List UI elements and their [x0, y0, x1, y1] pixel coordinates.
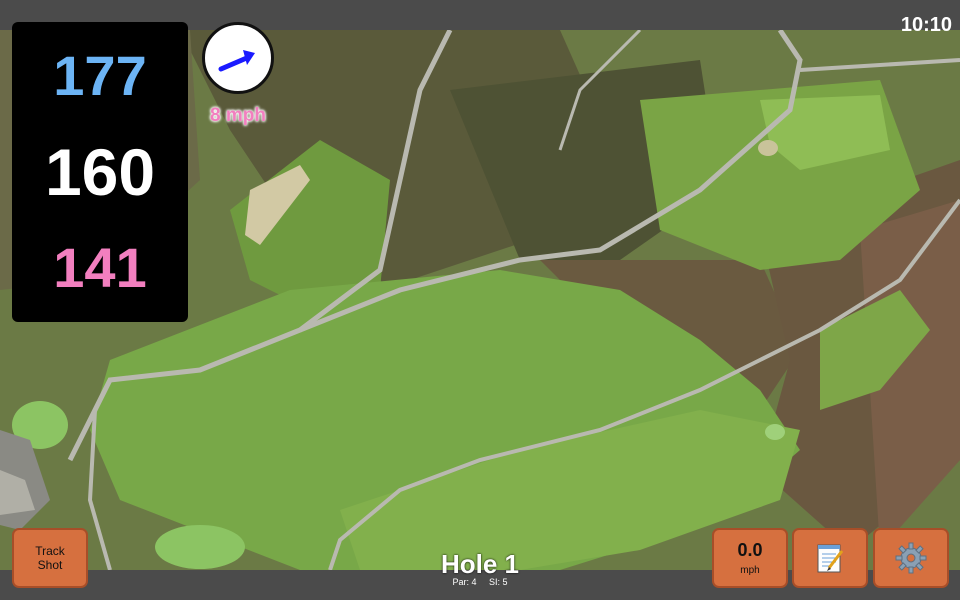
speed-button[interactable]: 0.0 mph	[712, 528, 788, 588]
track-shot-label-line1: Track	[35, 544, 65, 558]
back-distance: 177	[53, 43, 147, 107]
settings-button[interactable]	[873, 528, 949, 588]
hole-par: Par: 4	[452, 577, 477, 587]
notepad-icon	[817, 544, 844, 573]
hole-title: Hole 1	[440, 549, 520, 579]
notes-button[interactable]	[792, 528, 868, 588]
track-shot-button[interactable]: Track Shot	[12, 528, 88, 588]
gear-icon	[895, 542, 927, 574]
hole-stroke-index: SI: 5	[489, 577, 508, 587]
wind-speed: 8 mph	[210, 105, 266, 126]
track-shot-label-line2: Shot	[37, 558, 63, 572]
middle-distance: 160	[44, 134, 156, 209]
speed-unit: mph	[740, 565, 760, 576]
clock: 10:10	[900, 14, 952, 36]
speed-value: 0.0	[737, 540, 763, 560]
wind-indicator	[202, 22, 274, 94]
hole-info: Par: 4 SI: 5	[380, 577, 580, 587]
arrow-icon	[218, 50, 255, 72]
front-distance: 141	[53, 236, 147, 300]
distance-panel: 177 160 141	[12, 22, 188, 322]
